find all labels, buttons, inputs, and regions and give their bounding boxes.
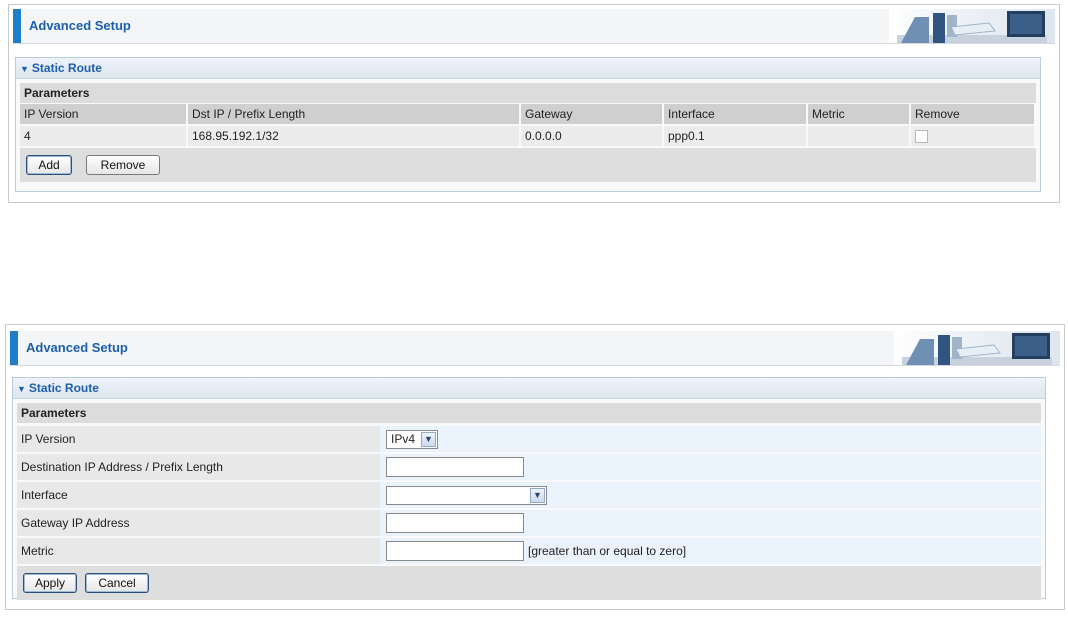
metric-input[interactable] [386, 541, 524, 561]
static-route-form: IP Version IPv4 ▼ Destination IP Address… [17, 424, 1041, 564]
banner-office-illustration [894, 331, 1060, 365]
static-route-table: IP Version Dst IP / Prefix Length Gatewa… [20, 104, 1036, 146]
triangle-down-icon: ▼ [20, 64, 29, 74]
interface-select[interactable]: ▼ [386, 485, 547, 505]
metric-label: Metric [17, 536, 380, 564]
banner-title: Advanced Setup [26, 340, 128, 355]
static-route-header[interactable]: ▼ Static Route [16, 58, 1040, 79]
remove-button[interactable]: Remove [86, 155, 160, 175]
table-header-row: IP Version Dst IP / Prefix Length Gatewa… [20, 104, 1036, 125]
metric-cell: [greater than or equal to zero] [380, 536, 1041, 564]
banner-title: Advanced Setup [29, 18, 131, 33]
static-route-form-section: ▼ Static Route Parameters IP Version IPv4… [12, 377, 1046, 600]
parameters-heading: Parameters [20, 83, 1036, 103]
cell-remove [910, 124, 1036, 146]
form-row-gateway: Gateway IP Address [17, 508, 1041, 537]
ip-version-cell: IPv4 ▼ [380, 424, 1041, 453]
triangle-down-icon: ▼ [17, 384, 26, 394]
col-ip-version: IP Version [20, 104, 188, 125]
ip-version-selected: IPv4 [391, 432, 416, 446]
apply-button[interactable]: Apply [23, 573, 77, 593]
advanced-setup-banner: Advanced Setup [10, 331, 1060, 366]
form-row-metric: Metric [greater than or equal to zero] [17, 536, 1041, 564]
list-button-bar: Add Remove [20, 148, 1036, 182]
parameters-heading: Parameters [17, 403, 1041, 423]
static-route-list-panel: Advanced Setup ▼ Static Route Parameters … [8, 4, 1060, 203]
section-title: Static Route [28, 381, 99, 395]
form-row-ip-version: IP Version IPv4 ▼ [17, 424, 1041, 453]
cell-interface: ppp0.1 [663, 124, 808, 146]
cell-dst-ip: 168.95.192.1/32 [187, 124, 521, 146]
col-remove: Remove [910, 104, 1036, 125]
destination-cell [380, 452, 1041, 481]
gateway-label: Gateway IP Address [17, 508, 380, 537]
cell-metric [807, 124, 911, 146]
advanced-setup-banner: Advanced Setup [13, 9, 1055, 44]
section-title: Static Route [31, 61, 102, 75]
banner-accent-bar [13, 9, 21, 43]
col-interface: Interface [663, 104, 808, 125]
static-route-section: ▼ Static Route Parameters IP Version Dst … [15, 57, 1041, 192]
cell-ip-version: 4 [20, 124, 188, 146]
destination-ip-input[interactable] [386, 457, 524, 477]
gateway-ip-input[interactable] [386, 513, 524, 533]
banner-office-illustration [889, 9, 1055, 43]
cancel-button[interactable]: Cancel [85, 573, 149, 593]
col-gateway: Gateway [520, 104, 664, 125]
static-route-header[interactable]: ▼ Static Route [13, 378, 1045, 399]
chevron-down-icon: ▼ [421, 431, 436, 447]
cell-gateway: 0.0.0.0 [520, 124, 664, 146]
ip-version-label: IP Version [17, 424, 380, 453]
col-dst-ip: Dst IP / Prefix Length [187, 104, 521, 125]
chevron-down-icon: ▼ [530, 487, 545, 503]
metric-hint: [greater than or equal to zero] [528, 544, 687, 558]
remove-checkbox[interactable] [915, 130, 928, 144]
add-button[interactable]: Add [26, 155, 72, 175]
gateway-cell [380, 508, 1041, 537]
form-button-bar: Apply Cancel [17, 566, 1041, 600]
destination-label: Destination IP Address / Prefix Length [17, 452, 380, 481]
static-route-edit-panel: Advanced Setup ▼ Static Route Parameters … [5, 324, 1065, 610]
interface-cell: ▼ [380, 480, 1041, 509]
ip-version-select[interactable]: IPv4 ▼ [386, 429, 438, 449]
col-metric: Metric [807, 104, 911, 125]
form-row-destination: Destination IP Address / Prefix Length [17, 452, 1041, 481]
interface-label: Interface [17, 480, 380, 509]
form-row-interface: Interface ▼ [17, 480, 1041, 509]
banner-accent-bar [10, 331, 18, 365]
table-row: 4 168.95.192.1/32 0.0.0.0 ppp0.1 [20, 124, 1036, 146]
